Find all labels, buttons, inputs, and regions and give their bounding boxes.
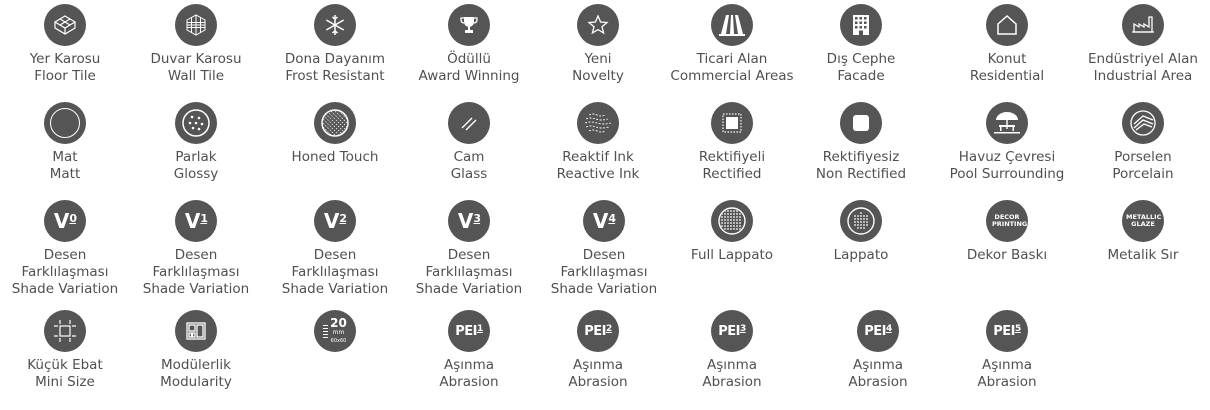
floor-tile-icon [44,4,86,46]
item-glossy: Parlak Glossy [131,102,261,183]
item-rectified: Rektifiyeli Rectified [667,102,797,183]
item-abrasion-pei1: PEI1 Aşınma Abrasion [404,310,534,391]
item-abrasion-pei4: PEI4 Aşınma Abrasion [813,310,943,391]
item-abrasion-pei5: PEI5 Aşınma Abrasion [942,310,1072,391]
mini-size-icon [44,310,86,352]
pei1-icon: PEI1 [448,310,490,352]
item-commercial-areas: Ticari Alan Commercial Areas [667,4,797,85]
reactive-ink-icon [577,102,619,144]
matt-icon [44,102,86,144]
v4-icon: V4 [583,200,625,242]
item-shade-variation-v1: V1 Desen Farklılaşması Shade Variation [131,200,261,298]
house-icon [986,4,1028,46]
item-floor-tile: Yer Karosu Floor Tile [0,4,130,85]
item-matt: Mat Matt [0,102,130,183]
item-reactive-ink: Reaktif Ink Reactive Ink [533,102,663,183]
item-pool-surrounding: Havuz Çevresi Pool Surrounding [942,102,1072,183]
item-shade-variation-v2: V2 Desen Farklılaşması Shade Variation [270,200,400,298]
trophy-icon [448,4,490,46]
honed-touch-icon [314,102,356,144]
item-award-winning: Ödüllü Award Winning [404,4,534,85]
item-shade-variation-v0: V0 Desen Farklılaşması Shade Variation [0,200,130,298]
item-abrasion-pei3: PEI3 Aşınma Abrasion [667,310,797,391]
item-residential: Konut Residential [942,4,1072,85]
pei2-icon: PEI2 [577,310,619,352]
item-novelty: Yeni Novelty [533,4,663,85]
glass-icon [448,102,490,144]
pei3-icon: PEI3 [711,310,753,352]
wall-tile-icon [175,4,217,46]
building-icon [840,4,882,46]
item-full-lappato: Full Lappato [667,200,797,264]
item-porcelain: Porselen Porcelain [1078,102,1208,183]
v2-icon: V2 [314,200,356,242]
item-wall-tile: Duvar Karosu Wall Tile [131,4,261,85]
item-mini-size: Küçük Ebat Mini Size [0,310,130,391]
full-lappato-icon [711,200,753,242]
item-thickness: 20 mm 60x60 [270,310,400,352]
non-rectified-icon [840,102,882,144]
item-honed-touch: Honed Touch [270,102,400,166]
item-abrasion-pei2: PEI2 Aşınma Abrasion [533,310,663,391]
factory-icon [1122,4,1164,46]
pei5-icon: PEI5 [986,310,1028,352]
item-lappato: Lappato [796,200,926,264]
commercial-area-icon [711,4,753,46]
snowflake-icon [314,4,356,46]
item-non-rectified: Rektifiyesiz Non Rectified [796,102,926,183]
item-facade: Dış Cephe Facade [796,4,926,85]
star-icon [577,4,619,46]
pei4-icon: PEI4 [857,310,899,352]
v1-icon: V1 [175,200,217,242]
item-shade-variation-v4: V4 Desen Farklılaşması Shade Variation [539,200,669,298]
decor-printing-icon: DECOR PRINTING [986,200,1028,242]
v3-icon: V3 [448,200,490,242]
glossy-icon [175,102,217,144]
metallic-glaze-icon: METALLIC GLAZE [1122,200,1164,242]
item-modularity: Modülerlik Modularity [131,310,261,391]
item-glass: Cam Glass [404,102,534,183]
item-frost-resistant: Dona Dayanım Frost Resistant [270,4,400,85]
thickness-icon: 20 mm 60x60 [314,310,356,352]
item-industrial-area: Endüstriyel Alan Industrial Area [1078,4,1208,85]
pool-umbrella-icon [986,102,1028,144]
v0-icon: V0 [44,200,86,242]
lappato-icon [840,200,882,242]
item-decor-printing: DECOR PRINTING Dekor Baskı [942,200,1072,264]
porcelain-icon [1122,102,1164,144]
rectified-icon [711,102,753,144]
item-metallic-glaze: METALLIC GLAZE Metalik Sır [1078,200,1208,264]
modularity-icon [175,310,217,352]
item-shade-variation-v3: V3 Desen Farklılaşması Shade Variation [404,200,534,298]
